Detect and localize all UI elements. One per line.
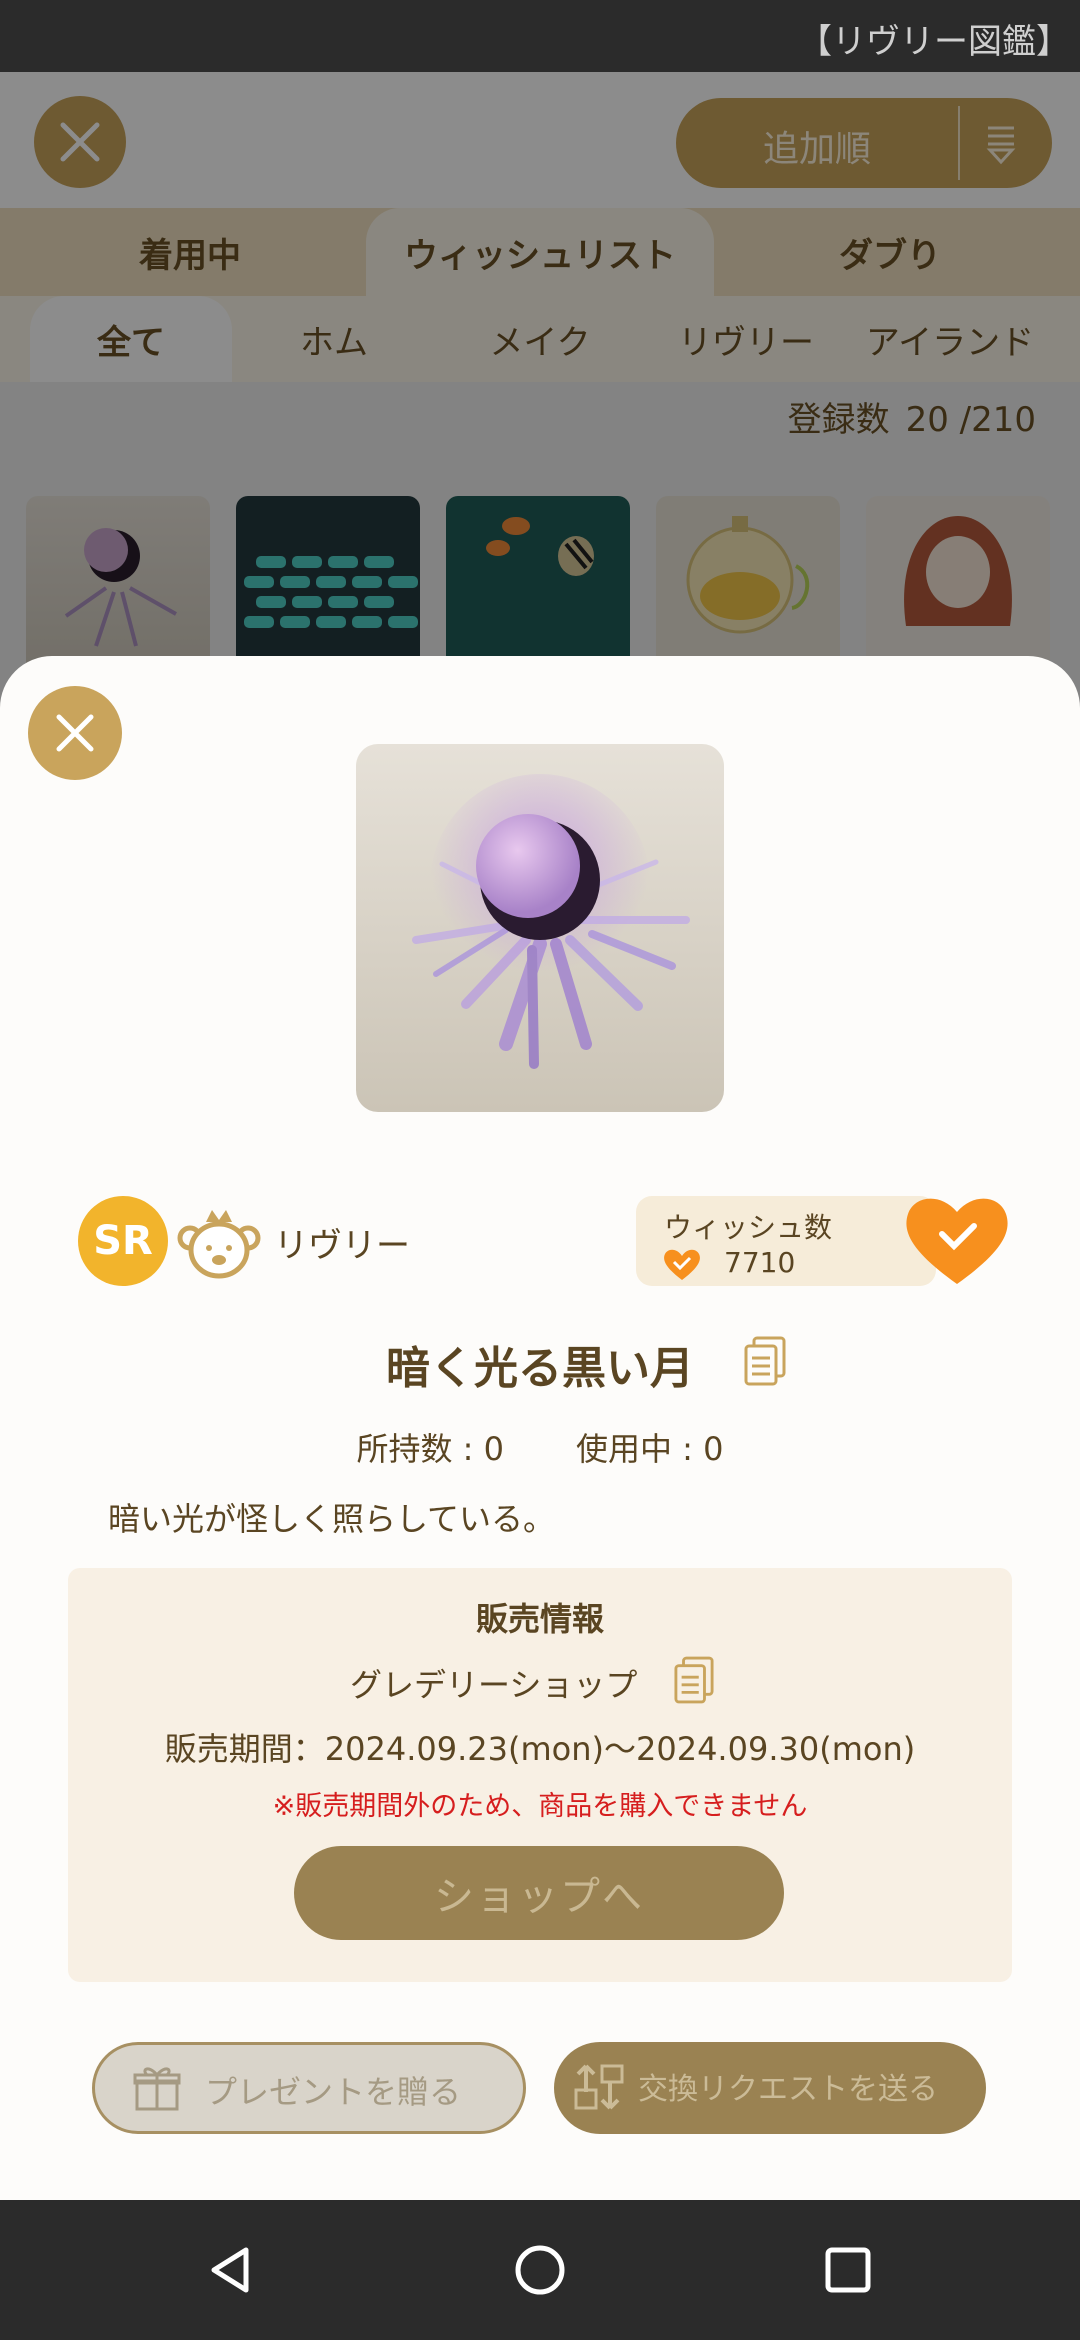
rarity-badge: SR xyxy=(78,1196,168,1286)
ownership-row: 所持数 : 0 使用中 : 0 xyxy=(0,1424,1080,1470)
item-name: 暗く光る黒い月 xyxy=(386,1343,694,1394)
item-image xyxy=(356,744,724,1112)
heart-icon xyxy=(664,1249,700,1280)
wish-count-box: ウィッシュ数 7710 xyxy=(636,1196,936,1286)
dark-moon-image xyxy=(412,774,690,1069)
trade-label: 交換リクエストを送る xyxy=(638,2072,938,2107)
close-detail-button[interactable] xyxy=(28,686,122,780)
copy-icon[interactable] xyxy=(674,1656,714,1704)
sale-info-box: 販売情報 グレデリーショップ 販売期間：2024.09.23(mon)〜2024… xyxy=(68,1568,1012,1982)
wish-count: 7710 xyxy=(724,1246,796,1279)
item-description: 暗い光が怪しく照らしている。 xyxy=(108,1500,556,1538)
copy-icon[interactable] xyxy=(744,1336,786,1386)
item-detail-sheet: SR リヴリー ウィッシュ数 7710 暗く光る黒い月 所持数 : 0 使用中 :… xyxy=(0,656,1080,2200)
status-bar: 【リヴリー図鑑】 xyxy=(0,0,1080,72)
present-label: プレゼントを贈る xyxy=(205,2073,462,2111)
go-to-shop-button[interactable]: ショップへ xyxy=(294,1846,784,1940)
trade-request-button[interactable]: 交換リクエストを送る xyxy=(554,2042,986,2134)
wishlist-toggle-heart[interactable] xyxy=(902,1190,1012,1288)
shop-name: グレデリーショップ xyxy=(350,1666,638,1704)
back-nav-icon[interactable] xyxy=(200,2240,260,2300)
close-icon xyxy=(56,714,94,752)
window-title: 【リヴリー図鑑】 xyxy=(798,22,1070,62)
wish-label: ウィッシュ数 xyxy=(664,1211,833,1244)
home-nav-icon[interactable] xyxy=(510,2240,570,2300)
trade-icon xyxy=(574,2064,624,2110)
recents-nav-icon[interactable] xyxy=(818,2240,878,2300)
sale-warning: ※販売期間外のため、商品を購入できません xyxy=(272,1791,808,1822)
sale-period: 販売期間：2024.09.23(mon)〜2024.09.30(mon) xyxy=(164,1730,916,1768)
gift-icon xyxy=(133,2067,181,2111)
sale-info-title: 販売情報 xyxy=(475,1600,604,1638)
owned-count: 所持数 : 0 xyxy=(356,1430,505,1468)
system-nav-bar xyxy=(0,2200,1080,2340)
in-use-count: 使用中 : 0 xyxy=(576,1430,724,1468)
send-present-button[interactable]: プレゼントを贈る xyxy=(92,2042,526,2134)
bear-icon xyxy=(177,1210,261,1279)
modal-backdrop[interactable] xyxy=(0,72,1080,712)
item-category: リヴリー xyxy=(274,1226,410,1266)
